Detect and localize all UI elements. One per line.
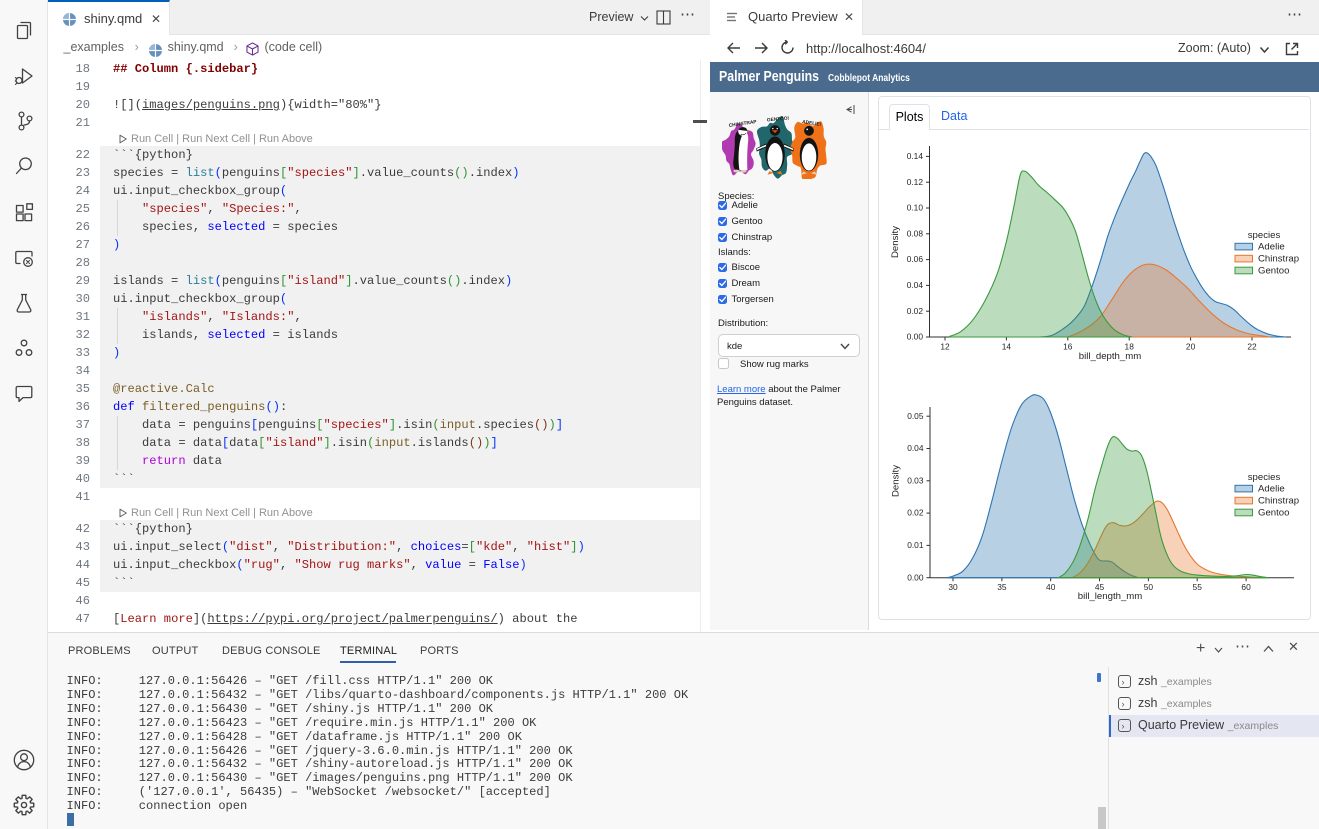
svg-text:0.02: 0.02 [907, 508, 924, 518]
svg-text:0.10: 0.10 [907, 203, 924, 213]
svg-text:Density: Density [890, 226, 901, 258]
svg-text:0.12: 0.12 [907, 177, 924, 187]
svg-text:0.03: 0.03 [907, 475, 924, 485]
svg-text:Adelie: Adelie [1258, 484, 1285, 495]
svg-text:55: 55 [1193, 582, 1203, 592]
svg-text:20: 20 [1186, 342, 1196, 352]
svg-text:0.04: 0.04 [907, 280, 924, 290]
svg-text:12: 12 [940, 342, 950, 352]
svg-text:0.14: 0.14 [907, 151, 924, 161]
svg-text:Adelie: Adelie [1258, 242, 1285, 253]
svg-text:0.06: 0.06 [907, 254, 924, 264]
svg-text:30: 30 [948, 582, 958, 592]
svg-text:species: species [1248, 230, 1281, 241]
svg-text:Gentoo: Gentoo [1258, 507, 1289, 518]
svg-text:14: 14 [1002, 342, 1012, 352]
svg-text:0.04: 0.04 [907, 443, 924, 453]
svg-text:0.00: 0.00 [907, 572, 924, 582]
svg-text:35: 35 [997, 582, 1007, 592]
svg-text:0.02: 0.02 [907, 306, 924, 316]
svg-text:18: 18 [1125, 342, 1135, 352]
svg-text:Chinstrap: Chinstrap [1258, 496, 1299, 507]
svg-text:bill_depth_mm: bill_depth_mm [1079, 351, 1141, 362]
svg-text:50: 50 [1144, 582, 1154, 592]
svg-text:Gentoo: Gentoo [1258, 265, 1289, 276]
svg-text:0.01: 0.01 [907, 540, 924, 550]
svg-text:species: species [1248, 472, 1281, 483]
svg-text:0.00: 0.00 [907, 332, 924, 342]
svg-text:22: 22 [1247, 342, 1257, 352]
svg-text:Density: Density [891, 465, 902, 497]
svg-text:Chinstrap: Chinstrap [1258, 254, 1299, 265]
svg-text:16: 16 [1063, 342, 1073, 352]
svg-text:0.05: 0.05 [907, 411, 924, 421]
svg-text:0.08: 0.08 [907, 228, 924, 238]
svg-text:60: 60 [1241, 582, 1251, 592]
svg-text:bill_length_mm: bill_length_mm [1078, 591, 1143, 602]
svg-text:40: 40 [1046, 582, 1056, 592]
